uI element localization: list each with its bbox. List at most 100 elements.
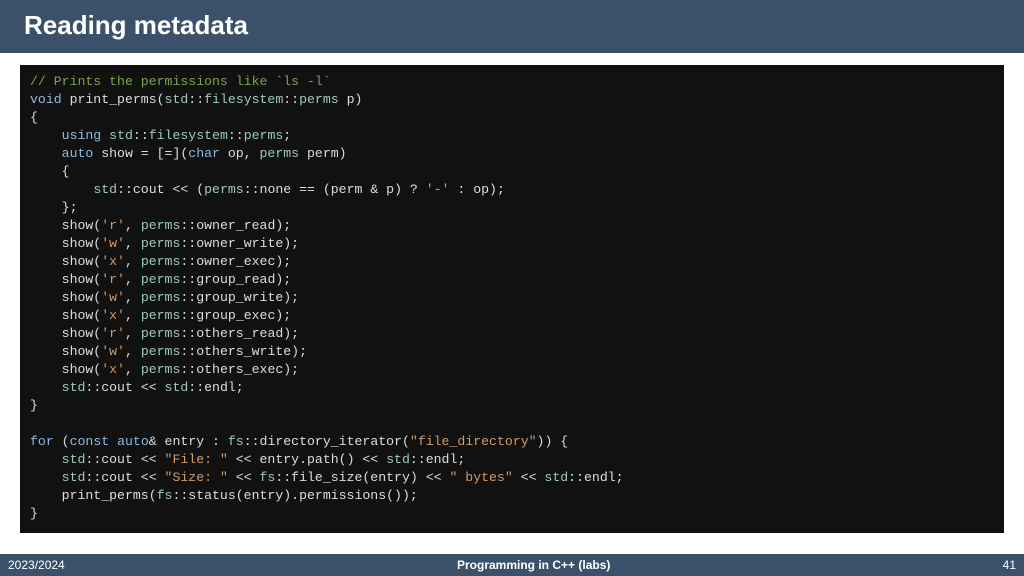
- code-token: 'r': [101, 272, 125, 287]
- code-token: " bytes": [449, 470, 512, 485]
- code-token: [30, 182, 93, 197]
- code-token: auto: [117, 434, 149, 449]
- code-token: (: [54, 434, 70, 449]
- code-token: 'x': [101, 254, 125, 269]
- code-token: perms: [141, 236, 181, 251]
- code-token: std: [62, 380, 86, 395]
- code-token: print_perms(: [30, 488, 157, 503]
- code-token: <<: [228, 470, 260, 485]
- code-token: ;: [283, 128, 291, 143]
- code-token: ,: [125, 290, 141, 305]
- footer-year: 2023/2024: [8, 558, 65, 572]
- code-token: char: [188, 146, 220, 161]
- code-token: 'w': [101, 344, 125, 359]
- code-token: [30, 380, 62, 395]
- code-token: ::status(entry).permissions());: [172, 488, 417, 503]
- code-token: "File: ": [165, 452, 228, 467]
- code-token: show(: [30, 236, 101, 251]
- code-token: perm): [299, 146, 346, 161]
- code-token: "Size: ": [165, 470, 228, 485]
- code-token: auto: [62, 146, 94, 161]
- code-line: }: [30, 398, 38, 413]
- code-token: [30, 146, 62, 161]
- code-token: std: [165, 92, 189, 107]
- content-area: // Prints the permissions like `ls -l` v…: [0, 53, 1024, 554]
- code-token: const: [70, 434, 110, 449]
- code-token: std: [386, 452, 410, 467]
- code-token: perms: [141, 254, 181, 269]
- code-token: ::cout <<: [85, 380, 164, 395]
- code-token: std: [62, 452, 86, 467]
- code-token: show(: [30, 308, 101, 323]
- code-token: std: [62, 470, 86, 485]
- footer-course: Programming in C++ (labs): [65, 558, 1003, 572]
- slide: Reading metadata // Prints the permissio…: [0, 0, 1024, 576]
- code-token: 'r': [101, 218, 125, 233]
- code-token: ::: [283, 92, 299, 107]
- code-token: << entry.path() <<: [228, 452, 386, 467]
- code-token: show(: [30, 290, 101, 305]
- code-token: fs: [260, 470, 276, 485]
- slide-title: Reading metadata: [24, 10, 1000, 41]
- code-block: // Prints the permissions like `ls -l` v…: [20, 65, 1004, 533]
- code-token: ::: [228, 128, 244, 143]
- code-token: ,: [125, 308, 141, 323]
- code-token: perms: [141, 272, 181, 287]
- code-line: // Prints the permissions like `ls -l`: [30, 74, 331, 89]
- code-token: ::cout <<: [85, 470, 164, 485]
- footer-bar: 2023/2024 Programming in C++ (labs) 41: [0, 554, 1024, 576]
- code-token: ::group_exec);: [180, 308, 291, 323]
- code-token: fs: [157, 488, 173, 503]
- code-token: void: [30, 92, 62, 107]
- code-token: ::file_size(entry) <<: [275, 470, 449, 485]
- code-token: using: [62, 128, 102, 143]
- code-token: 'x': [101, 308, 125, 323]
- code-token: [101, 128, 109, 143]
- code-token: show(: [30, 254, 101, 269]
- code-token: print_perms(: [62, 92, 165, 107]
- code-token: std: [93, 182, 117, 197]
- code-token: ,: [125, 326, 141, 341]
- code-token: perms: [141, 344, 181, 359]
- code-line: };: [30, 200, 77, 215]
- code-token: ,: [125, 272, 141, 287]
- code-token: [30, 470, 62, 485]
- code-token: op,: [220, 146, 260, 161]
- code-token: ,: [125, 236, 141, 251]
- code-token: perms: [141, 290, 181, 305]
- code-token: ,: [125, 254, 141, 269]
- code-line: {: [30, 164, 70, 179]
- code-token: p): [339, 92, 363, 107]
- code-token: [30, 452, 62, 467]
- code-token: '-': [426, 182, 450, 197]
- code-token: ::owner_read);: [180, 218, 291, 233]
- code-token: ::owner_exec);: [180, 254, 291, 269]
- code-token: ::owner_write);: [180, 236, 299, 251]
- code-token: perms: [141, 362, 181, 377]
- code-token: ::others_exec);: [180, 362, 299, 377]
- code-token: )) {: [537, 434, 569, 449]
- code-token: std: [165, 380, 189, 395]
- code-line: }: [30, 506, 38, 521]
- code-token: perms: [244, 128, 284, 143]
- code-token: perms: [204, 182, 244, 197]
- code-token: 'r': [101, 326, 125, 341]
- code-token: ::endl;: [410, 452, 465, 467]
- code-token: "file_directory": [410, 434, 537, 449]
- code-token: ::none == (perm & p) ?: [244, 182, 426, 197]
- code-token: ,: [125, 362, 141, 377]
- code-token: show(: [30, 272, 101, 287]
- code-token: fs: [228, 434, 244, 449]
- code-token: [109, 434, 117, 449]
- code-token: 'w': [101, 236, 125, 251]
- code-token: ::group_read);: [180, 272, 291, 287]
- code-token: perms: [141, 218, 181, 233]
- code-token: ::cout << (: [117, 182, 204, 197]
- code-token: std: [109, 128, 133, 143]
- code-token: perms: [260, 146, 300, 161]
- code-token: show(: [30, 344, 101, 359]
- code-token: for: [30, 434, 54, 449]
- code-token: perms: [299, 92, 339, 107]
- code-token: ::others_read);: [180, 326, 299, 341]
- code-token: filesystem: [204, 92, 283, 107]
